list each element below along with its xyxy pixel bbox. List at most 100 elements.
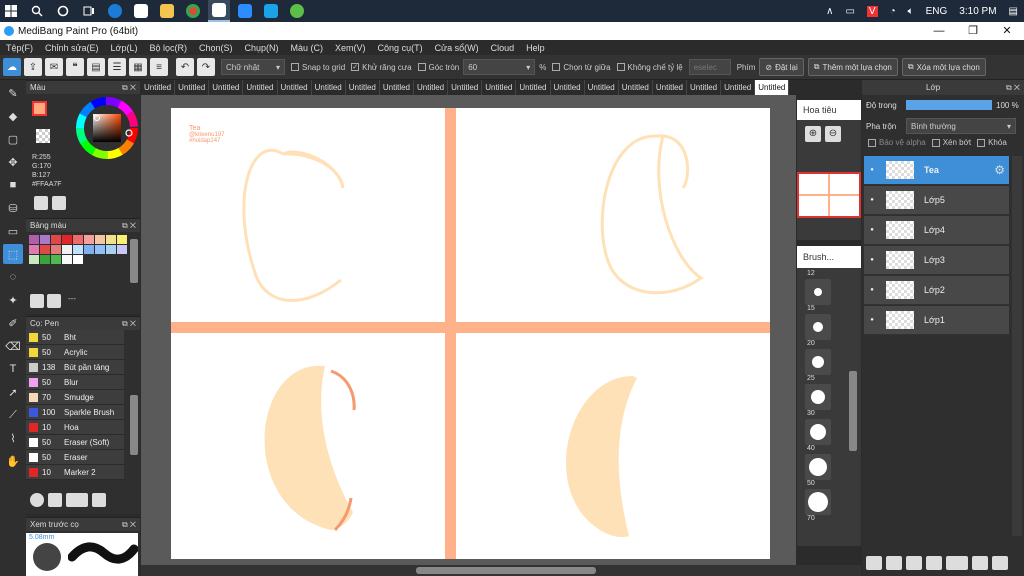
document-tab[interactable]: Untitled bbox=[551, 80, 585, 95]
document-tab[interactable]: Untitled bbox=[448, 80, 483, 95]
document-tab[interactable]: Untitled bbox=[346, 80, 380, 95]
menu-window[interactable]: Cửa sổ(W) bbox=[435, 43, 479, 53]
palette-swatch[interactable] bbox=[40, 235, 50, 244]
layer-row[interactable]: ● Lớp2 bbox=[864, 276, 1009, 305]
palette-swatch[interactable] bbox=[29, 245, 39, 254]
palette-swatch[interactable] bbox=[95, 245, 105, 254]
palette-scrollbar[interactable] bbox=[130, 239, 138, 283]
select-tool-icon[interactable]: ⬚ bbox=[3, 244, 23, 264]
panel-controls-icon[interactable]: ⧉ ✕ bbox=[1006, 83, 1020, 93]
document-tab[interactable]: Untitled bbox=[312, 80, 346, 95]
brush-settings-icon[interactable] bbox=[30, 493, 44, 507]
layers-icon[interactable]: ≡ bbox=[150, 58, 168, 76]
brush-size-scrollbar[interactable] bbox=[849, 371, 857, 451]
brush-item[interactable]: 100 Sparkle Brush bbox=[26, 405, 124, 420]
layer-visibility-icon[interactable]: ● bbox=[864, 257, 880, 263]
app-green-icon[interactable] bbox=[286, 0, 308, 22]
palette-swatch[interactable] bbox=[106, 245, 116, 254]
new-palette-icon[interactable] bbox=[30, 294, 44, 308]
layer-visibility-icon[interactable]: ● bbox=[864, 317, 880, 323]
document-canvas[interactable]: Tea @kiteenu197 #hoidap247 bbox=[171, 108, 770, 559]
layer-visibility-icon[interactable]: ● bbox=[864, 227, 880, 233]
brush-scrollbar[interactable] bbox=[130, 395, 138, 455]
snap-checkbox[interactable]: Snap to grid bbox=[291, 63, 345, 72]
corner-value-select[interactable]: 60 ▾ bbox=[463, 59, 536, 75]
zoom-in-icon[interactable]: ⊕ bbox=[805, 126, 821, 142]
network-icon[interactable]: ◔ bbox=[890, 6, 896, 17]
palette-swatch[interactable] bbox=[51, 245, 61, 254]
brush-item[interactable]: 10 Hoa bbox=[26, 420, 124, 435]
duplicate-layer-icon[interactable] bbox=[992, 556, 1008, 570]
antialias-checkbox[interactable]: ✓ Khử răng cưa bbox=[351, 63, 412, 72]
lasso-tool-icon[interactable]: ◌ bbox=[3, 267, 23, 287]
layer-row[interactable]: ● Lớp1 bbox=[864, 306, 1009, 335]
remove-selection-button[interactable]: ⧉ Xóa một lựa chọn bbox=[901, 58, 986, 76]
brush-size-option[interactable]: 15 bbox=[797, 279, 861, 312]
brush-tool-icon[interactable]: ✎ bbox=[3, 83, 23, 103]
document-tab[interactable]: Untitled bbox=[653, 80, 687, 95]
primary-color-swatch[interactable] bbox=[32, 101, 47, 116]
fill-rect-tool-icon[interactable]: ■ bbox=[3, 175, 23, 195]
store-icon[interactable] bbox=[130, 0, 152, 22]
volume-icon[interactable]: 🔈︎ bbox=[908, 6, 914, 17]
brush-item[interactable]: 50 Bht bbox=[26, 330, 124, 345]
brush-item[interactable]: 50 Eraser bbox=[26, 450, 124, 465]
blend-select[interactable]: Bình thường ▾ bbox=[906, 118, 1016, 134]
list-icon[interactable]: ☰ bbox=[108, 58, 126, 76]
new-layer-8bit-icon[interactable] bbox=[886, 556, 902, 570]
menu-file[interactable]: Tệp(F) bbox=[6, 43, 33, 53]
menu-layer[interactable]: Lớp(L) bbox=[111, 43, 138, 53]
opacity-slider[interactable] bbox=[906, 100, 992, 110]
new-layer-1bit-icon[interactable] bbox=[906, 556, 922, 570]
menu-help[interactable]: Help bbox=[526, 43, 545, 53]
language-indicator[interactable]: ENG bbox=[926, 6, 948, 17]
brush-item[interactable]: 70 Smudge bbox=[26, 390, 124, 405]
brush-item[interactable]: 50 Eraser (Soft) bbox=[26, 435, 124, 450]
minimize-button[interactable]: — bbox=[922, 22, 956, 40]
new-layer-icon[interactable] bbox=[866, 556, 882, 570]
palette-swatch[interactable] bbox=[51, 235, 61, 244]
palette-swatch[interactable] bbox=[29, 255, 39, 264]
gradient-tool-icon[interactable]: ▭ bbox=[3, 221, 23, 241]
brush-item[interactable]: 50 Acrylic bbox=[26, 345, 124, 360]
brush-item[interactable]: 10 Marker 2 bbox=[26, 465, 124, 480]
menu-tools[interactable]: Công cụ(T) bbox=[378, 43, 423, 53]
delete-palette-icon[interactable] bbox=[47, 294, 61, 308]
brush-item[interactable]: 50 Blur bbox=[26, 375, 124, 390]
notification-icon[interactable]: ▤ bbox=[1009, 6, 1018, 17]
chevron-up-icon[interactable]: ∧ bbox=[826, 6, 833, 17]
move-tool-icon[interactable]: ✥ bbox=[3, 152, 23, 172]
document-tab[interactable]: Untitled bbox=[755, 80, 790, 95]
document-tab[interactable]: Untitled bbox=[619, 80, 653, 95]
navigator-thumbnail[interactable] bbox=[797, 172, 861, 218]
clock[interactable]: 3:10 PM bbox=[959, 6, 996, 17]
document-tab[interactable]: Untitled bbox=[687, 80, 722, 95]
file-explorer-icon[interactable] bbox=[156, 0, 178, 22]
document-tab[interactable]: Untitled bbox=[380, 80, 414, 95]
panel-controls-icon[interactable]: ⧉ ✕ bbox=[122, 319, 136, 329]
eyedropper-tool-icon[interactable]: ⌇ bbox=[3, 428, 23, 448]
medibang-taskbar-icon[interactable] bbox=[208, 0, 230, 22]
select-pen-tool-icon[interactable]: ✐ bbox=[3, 313, 23, 333]
close-button[interactable]: ✕ bbox=[990, 22, 1024, 40]
text-tool-icon[interactable]: T bbox=[3, 359, 23, 379]
palette-swatch[interactable] bbox=[84, 235, 94, 244]
layer-row[interactable]: ● Lớp3 bbox=[864, 246, 1009, 275]
menu-cloud[interactable]: Cloud bbox=[491, 43, 515, 53]
divide-tool-icon[interactable]: ⟋ bbox=[3, 405, 23, 425]
document-tab[interactable]: Untitled bbox=[414, 80, 449, 95]
speech-icon[interactable]: ❝ bbox=[66, 58, 84, 76]
zoom-out-icon[interactable]: ⊖ bbox=[825, 126, 841, 142]
layer-visibility-icon[interactable]: ● bbox=[864, 197, 880, 203]
brush-size-option[interactable]: 20 bbox=[797, 314, 861, 347]
brush-copy-icon[interactable] bbox=[92, 493, 106, 507]
document-tab[interactable]: Untitled bbox=[721, 80, 756, 95]
document-tab[interactable]: Untitled bbox=[243, 80, 278, 95]
transparent-swatch[interactable] bbox=[36, 129, 50, 143]
layer-scrollbar[interactable] bbox=[1012, 156, 1022, 536]
brush-size-option[interactable]: 50 bbox=[797, 454, 861, 487]
brush-menu-icon[interactable] bbox=[66, 493, 88, 507]
edge-icon[interactable] bbox=[104, 0, 126, 22]
panel-controls-icon[interactable]: ⧉ ✕ bbox=[122, 83, 136, 93]
palette-swatch[interactable] bbox=[40, 245, 50, 254]
